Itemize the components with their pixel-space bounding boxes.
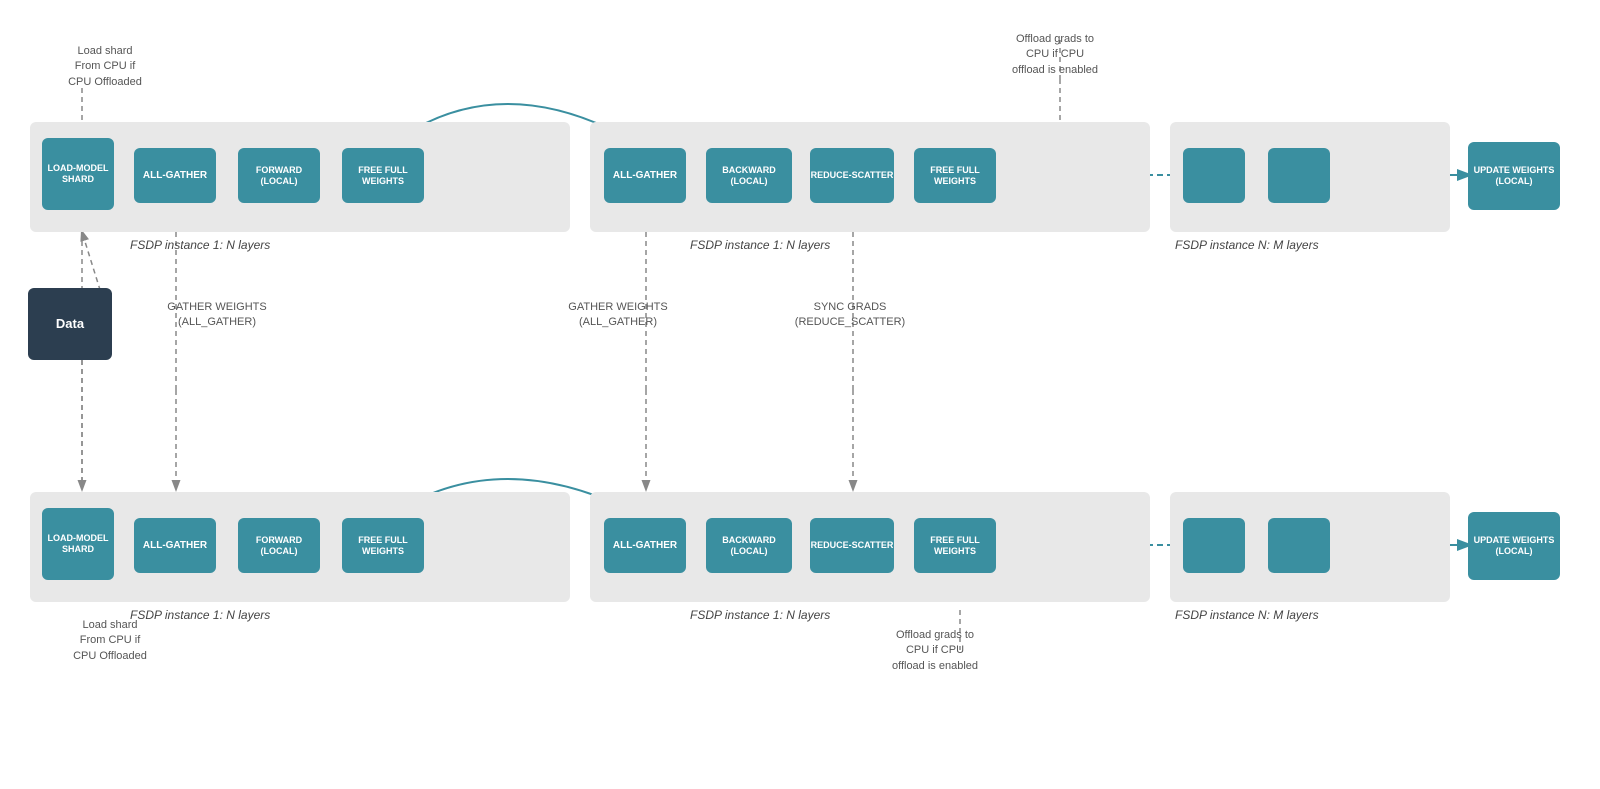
node-r1-allgather2: ALL-GATHER xyxy=(604,148,686,203)
fsdp-label-r2-N: FSDP instance N: M layers xyxy=(1175,608,1319,622)
node-r2-allgather2: ALL-GATHER xyxy=(604,518,686,573)
node-r2-update: UPDATE WEIGHTS (LOCAL) xyxy=(1468,512,1560,580)
node-r2-forward: FORWARD (LOCAL) xyxy=(238,518,320,573)
node-r1-B xyxy=(1268,148,1330,203)
node-r1-backward: BACKWARD (LOCAL) xyxy=(706,148,792,203)
annotation-gather-weights-2: GATHER WEIGHTS(ALL_GATHER) xyxy=(548,300,688,331)
node-r1-free2: FREE FULL WEIGHTS xyxy=(914,148,996,203)
fsdp-label-r1-N: FSDP instance N: M layers xyxy=(1175,238,1319,252)
node-r2-reducescatter: REDUCE-SCATTER xyxy=(810,518,894,573)
fsdp-label-r2-2: FSDP instance 1: N layers xyxy=(690,608,830,622)
arrows-svg xyxy=(0,0,1600,789)
node-r1-update: UPDATE WEIGHTS (LOCAL) xyxy=(1468,142,1560,210)
node-r1-free: FREE FULL WEIGHTS xyxy=(342,148,424,203)
annotation-offload-grads-bottom: Offload grads toCPU if CPUoffload is ena… xyxy=(860,628,1010,674)
data-node: Data xyxy=(28,288,112,360)
node-r1-load: LOAD-MODEL SHARD xyxy=(42,138,114,210)
annotation-load-shard-bottom: Load shardFrom CPU ifCPU Offloaded xyxy=(50,618,170,664)
annotation-sync-grads: SYNC GRADS(REDUCE_SCATTER) xyxy=(770,300,930,331)
annotation-gather-weights-1: GATHER WEIGHTS(ALL_GATHER) xyxy=(152,300,282,331)
annotation-load-shard-top: Load shardFrom CPU ifCPU Offloaded xyxy=(50,44,160,90)
fsdp-label-r1-2: FSDP instance 1: N layers xyxy=(690,238,830,252)
node-r1-forward: FORWARD (LOCAL) xyxy=(238,148,320,203)
node-r1-allgather: ALL-GATHER xyxy=(134,148,216,203)
node-r2-A xyxy=(1183,518,1245,573)
diagram-container: FSDP instance 1: N layers FSDP instance … xyxy=(0,0,1600,789)
annotation-offload-grads-top: Offload grads toCPU if CPUoffload is ena… xyxy=(985,32,1125,78)
node-r2-free2: FREE FULL WEIGHTS xyxy=(914,518,996,573)
fsdp-label-r1-1: FSDP instance 1: N layers xyxy=(130,238,270,252)
node-r2-free: FREE FULL WEIGHTS xyxy=(342,518,424,573)
node-r2-B xyxy=(1268,518,1330,573)
node-r2-allgather: ALL-GATHER xyxy=(134,518,216,573)
node-r2-backward: BACKWARD (LOCAL) xyxy=(706,518,792,573)
node-r2-load: LOAD-MODEL SHARD xyxy=(42,508,114,580)
node-r1-A xyxy=(1183,148,1245,203)
node-r1-reducescatter: REDUCE-SCATTER xyxy=(810,148,894,203)
